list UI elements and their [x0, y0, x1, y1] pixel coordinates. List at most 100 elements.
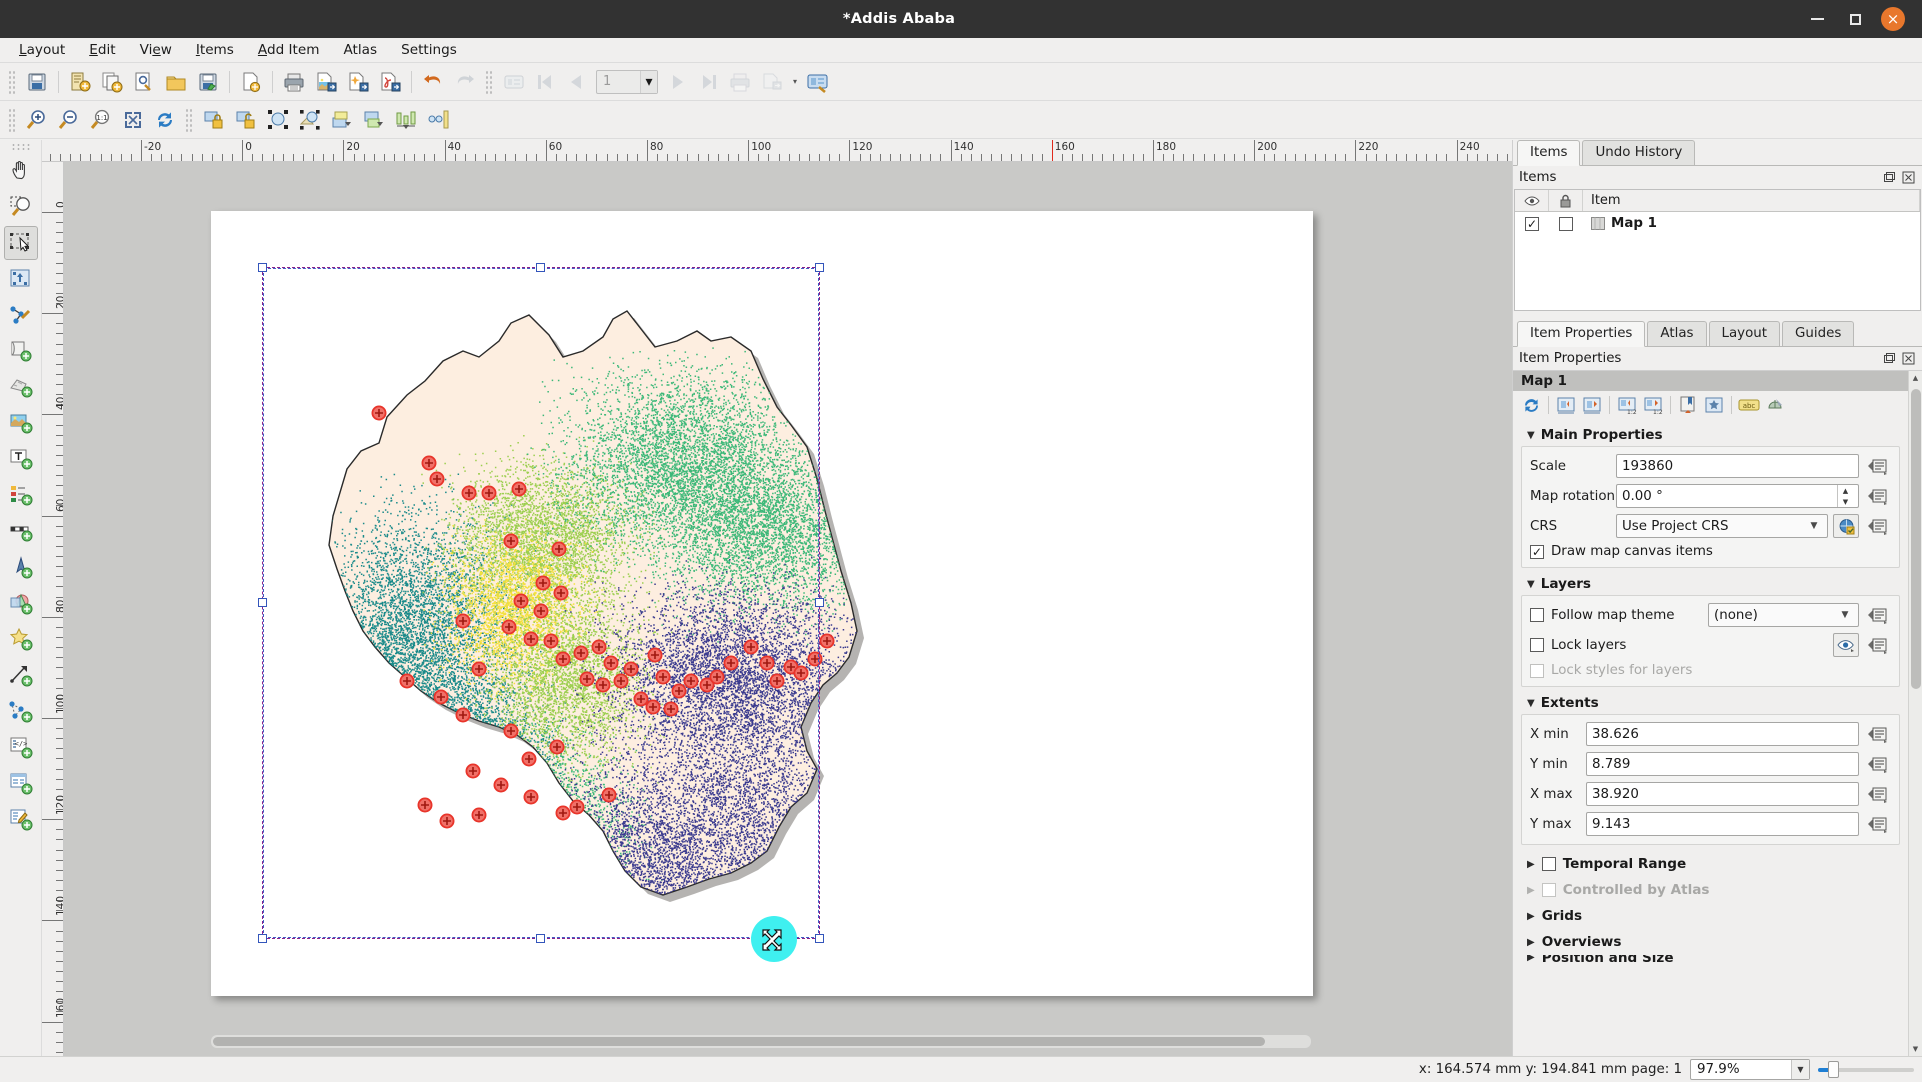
add-shape-tool[interactable]	[4, 586, 38, 620]
tab-layout[interactable]: Layout	[1708, 321, 1781, 346]
minimize-button[interactable]	[1798, 0, 1836, 38]
resize-handle-middle-right[interactable]	[815, 598, 824, 607]
atlas-print-button[interactable]	[725, 67, 755, 97]
lock-layers-data-defined-override-button[interactable]	[1865, 633, 1891, 657]
chevron-down-icon[interactable]: ▼	[1791, 1060, 1809, 1079]
add-marker-tool[interactable]	[4, 622, 38, 656]
scrollbar-thumb[interactable]	[1910, 389, 1921, 689]
interactive-edit-icon[interactable]	[1702, 393, 1726, 417]
toolbar-grip[interactable]	[8, 69, 17, 94]
resize-handle-top-center[interactable]	[536, 263, 545, 272]
draw-map-canvas-items-row[interactable]: ✓ Draw map canvas items	[1530, 544, 1891, 559]
add-node-item-tool[interactable]	[4, 694, 38, 728]
scale-data-defined-override-button[interactable]	[1865, 454, 1891, 478]
row-lock-checkbox[interactable]	[1549, 216, 1583, 231]
add-legend-tool[interactable]	[4, 478, 38, 512]
table-row[interactable]: ✓ Map 1	[1515, 212, 1920, 235]
set-map-extent-to-canvas-icon[interactable]	[1554, 393, 1578, 417]
chevron-down-icon[interactable]: ▾	[640, 70, 657, 93]
resize-handle-top-left[interactable]	[258, 263, 267, 272]
zoom-tool[interactable]	[4, 190, 38, 224]
set-map-scale-to-canvas-icon[interactable]: 1:2	[1615, 393, 1639, 417]
extents-header[interactable]: ▼ Extents	[1521, 692, 1900, 714]
ymax-data-defined-override-button[interactable]	[1865, 812, 1891, 836]
tab-guides[interactable]: Guides	[1782, 321, 1855, 346]
save-as-template-button[interactable]	[193, 67, 223, 97]
refresh-view-button[interactable]	[150, 105, 180, 135]
xmax-input[interactable]: 38.920	[1586, 782, 1859, 806]
follow-map-theme-checkbox[interactable]	[1530, 608, 1544, 622]
menu-add-item[interactable]: Add Item	[247, 39, 331, 61]
duplicate-layout-button[interactable]	[97, 67, 127, 97]
row-visibility-checkbox[interactable]: ✓	[1515, 216, 1549, 231]
temporal-range-checkbox[interactable]	[1541, 857, 1556, 871]
zoom-slider[interactable]	[1818, 1060, 1914, 1079]
tab-items[interactable]: Items	[1517, 140, 1581, 166]
resize-handle-bottom-left[interactable]	[258, 934, 267, 943]
scroll-up-arrow[interactable]: ▲	[1909, 371, 1922, 385]
properties-scrollbar[interactable]: ▲ ▼	[1908, 371, 1922, 1056]
xmax-data-defined-override-button[interactable]	[1865, 782, 1891, 806]
xmin-data-defined-override-button[interactable]	[1865, 722, 1891, 746]
pan-layout-tool[interactable]	[4, 154, 38, 188]
export-svg-button[interactable]	[343, 67, 373, 97]
resize-handle-bottom-center[interactable]	[536, 934, 545, 943]
add-table-tool[interactable]	[4, 766, 38, 800]
atlas-export-dropdown[interactable]: ▾	[789, 67, 801, 97]
toolbar-grip[interactable]	[8, 107, 17, 132]
clipping-icon[interactable]	[1763, 393, 1787, 417]
bookmark-extent-icon[interactable]	[1676, 393, 1700, 417]
maximize-button[interactable]	[1836, 0, 1874, 38]
canvas-horizontal-scrollbar[interactable]	[211, 1035, 1311, 1048]
new-report-button[interactable]	[236, 67, 266, 97]
set-layers-from-canvas-button[interactable]	[1833, 633, 1859, 657]
atlas-export-button[interactable]	[757, 67, 787, 97]
undo-button[interactable]	[418, 67, 448, 97]
add-attribute-table-tool[interactable]	[4, 802, 38, 836]
resize-handle-middle-left[interactable]	[258, 598, 267, 607]
add-map-tool[interactable]	[4, 334, 38, 368]
edit-nodes-tool[interactable]	[4, 298, 38, 332]
ymin-input[interactable]: 8.789	[1586, 752, 1859, 776]
grids-section[interactable]: ▶ Grids	[1521, 903, 1900, 929]
toolbar-grip[interactable]	[485, 69, 494, 94]
add-north-arrow-tool[interactable]	[4, 550, 38, 584]
layers-header[interactable]: ▼ Layers	[1521, 573, 1900, 595]
redo-button[interactable]	[450, 67, 480, 97]
lower-items-button[interactable]	[359, 105, 389, 135]
atlas-preview-button[interactable]	[499, 67, 529, 97]
menu-atlas[interactable]: Atlas	[332, 39, 388, 61]
new-layout-button[interactable]	[65, 67, 95, 97]
menu-view[interactable]: View	[129, 39, 183, 61]
zoom-out-button[interactable]	[54, 105, 84, 135]
atlas-settings-button[interactable]	[803, 67, 833, 97]
add-image-tool[interactable]	[4, 406, 38, 440]
set-canvas-scale-to-map-icon[interactable]: 1:2	[1641, 393, 1665, 417]
atlas-first-feature-button[interactable]	[531, 67, 561, 97]
add-arrow-tool[interactable]	[4, 658, 38, 692]
save-layout-button[interactable]	[22, 67, 52, 97]
undock-icon[interactable]	[1882, 170, 1897, 185]
slider-knob[interactable]	[1828, 1061, 1839, 1078]
add-html-tool[interactable]: </>	[4, 730, 38, 764]
zoom-level-combobox[interactable]: 97.9% ▼	[1690, 1059, 1810, 1080]
toolbar-grip[interactable]	[10, 143, 31, 150]
ymin-data-defined-override-button[interactable]	[1865, 752, 1891, 776]
zoom-in-button[interactable]	[22, 105, 52, 135]
crs-select[interactable]: Use Project CRS ▼	[1616, 514, 1828, 538]
map-rotation-input[interactable]: 0.00 ° ▲ ▼	[1616, 484, 1859, 508]
scrollbar-track[interactable]	[1909, 385, 1922, 1042]
overviews-section[interactable]: ▶ Overviews	[1521, 929, 1900, 955]
toolbar-grip[interactable]	[185, 107, 194, 132]
align-items-button[interactable]	[391, 105, 421, 135]
add-picture-tool[interactable]	[4, 370, 38, 404]
scale-input[interactable]: 193860	[1616, 454, 1859, 478]
export-image-button[interactable]	[311, 67, 341, 97]
rotation-stepper[interactable]: ▲ ▼	[1837, 485, 1853, 507]
labels-icon[interactable]: abc	[1737, 393, 1761, 417]
main-properties-header[interactable]: ▼ Main Properties	[1521, 424, 1900, 446]
atlas-last-feature-button[interactable]	[693, 67, 723, 97]
scroll-down-arrow[interactable]: ▼	[1909, 1042, 1922, 1056]
map-theme-data-defined-override-button[interactable]	[1865, 603, 1891, 627]
resize-handle-top-right[interactable]	[815, 263, 824, 272]
